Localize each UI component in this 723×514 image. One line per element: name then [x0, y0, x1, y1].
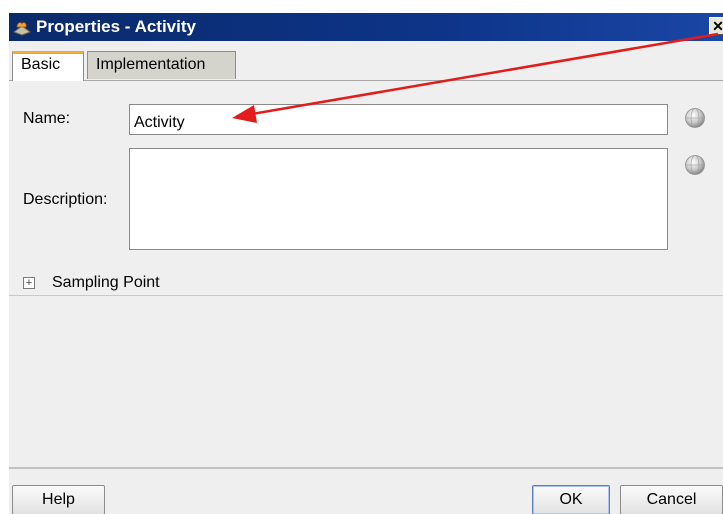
close-icon: ✕ [712, 18, 723, 34]
name-label: Name: [23, 110, 71, 127]
tab-strip-divider [9, 80, 723, 81]
footer-divider [9, 467, 723, 469]
ok-button[interactable]: OK [532, 485, 610, 514]
tab-implementation[interactable]: Implementation [87, 51, 236, 79]
sampling-point-label[interactable]: Sampling Point [52, 274, 160, 292]
tab-strip: Basic Implementation [9, 41, 723, 81]
description-label: Description: [23, 191, 108, 208]
section-divider [9, 295, 723, 296]
globe-icon[interactable] [684, 107, 706, 129]
description-textarea[interactable] [129, 148, 668, 250]
name-input[interactable] [129, 104, 668, 135]
properties-app-icon [12, 22, 32, 36]
help-button[interactable]: Help [12, 485, 105, 514]
globe-icon[interactable] [684, 154, 706, 176]
expand-plus-icon[interactable]: + [23, 277, 35, 289]
properties-dialog: Properties - Activity ✕ Basic Implementa… [9, 13, 723, 514]
tab-basic[interactable]: Basic [12, 51, 84, 81]
title-bar[interactable]: Properties - Activity ✕ [9, 13, 723, 41]
close-button[interactable]: ✕ [709, 17, 723, 35]
window-title: Properties - Activity [36, 17, 196, 36]
cancel-button[interactable]: Cancel [620, 485, 723, 514]
